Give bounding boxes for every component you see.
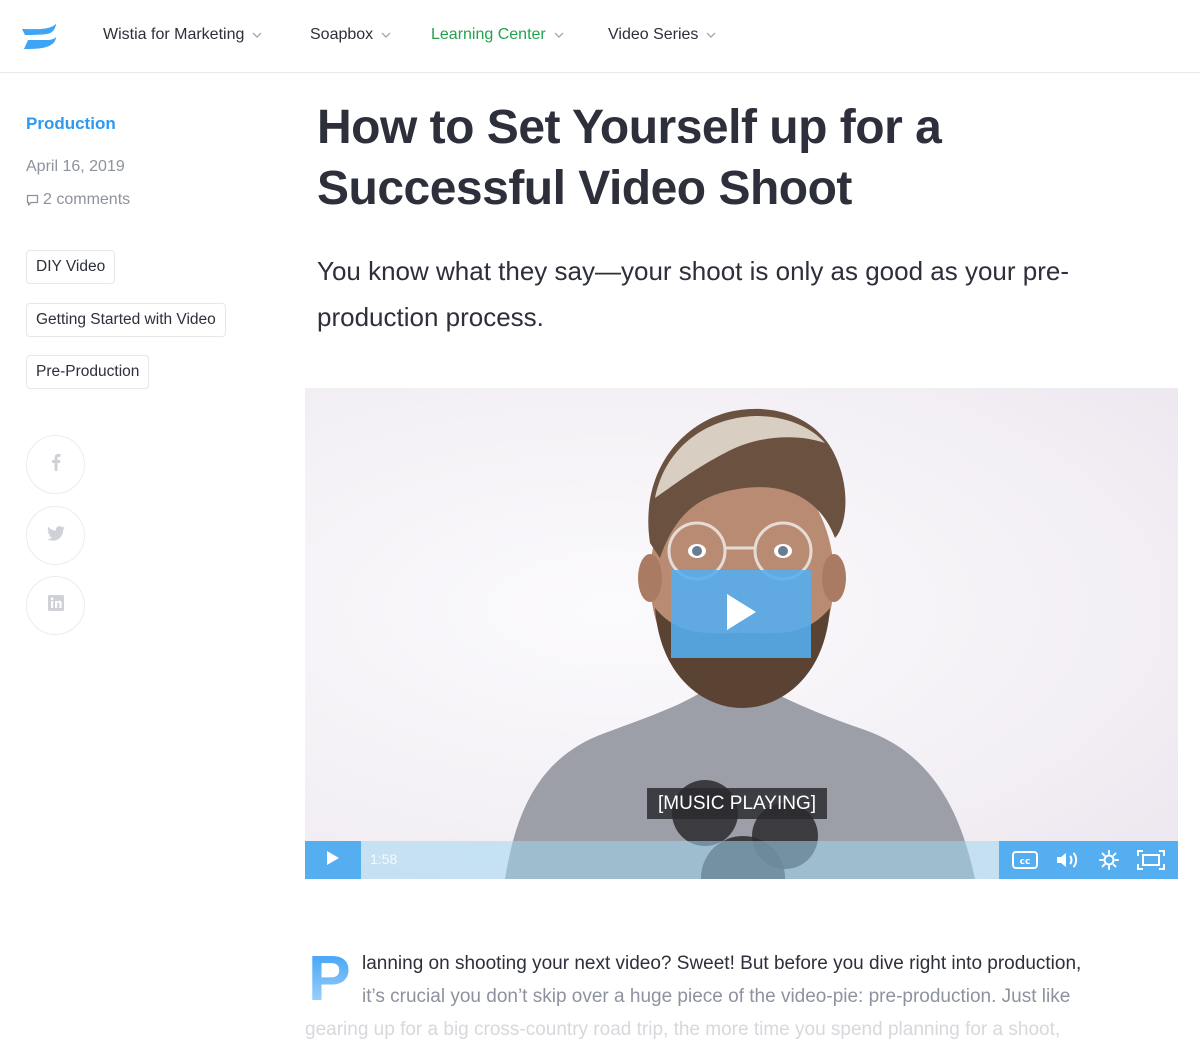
share-twitter-button[interactable] [26, 506, 85, 565]
closed-captions-button[interactable]: cc [1012, 851, 1039, 869]
comments-count: 2 comments [43, 191, 131, 208]
wistia-logo-icon[interactable] [21, 23, 57, 50]
comments-link[interactable]: 2 comments [26, 191, 130, 209]
fullscreen-button[interactable] [1136, 850, 1165, 870]
play-button[interactable] [305, 841, 361, 879]
chevron-down-icon [554, 31, 564, 39]
fullscreen-icon [1136, 850, 1165, 870]
publish-date: April 16, 2019 [26, 158, 125, 175]
video-duration: 1:58 [370, 851, 398, 867]
drop-cap: P [308, 942, 351, 1014]
settings-button[interactable] [1098, 850, 1119, 870]
category-link[interactable]: Production [26, 114, 116, 134]
chevron-down-icon [381, 31, 391, 39]
linkedin-icon [47, 595, 64, 616]
share-facebook-button[interactable] [26, 435, 85, 494]
nav-label: Learning Center [431, 26, 546, 43]
player-control-group: cc [999, 841, 1178, 879]
nav-learning-center[interactable]: Learning Center [431, 26, 564, 44]
chevron-down-icon [252, 31, 262, 39]
facebook-icon [51, 453, 61, 476]
nav-label: Soapbox [310, 26, 374, 43]
video-player[interactable]: [MUSIC PLAYING] 1:58 cc [305, 388, 1178, 879]
article-title: How to Set Yourself up for a Successful … [317, 101, 942, 215]
video-caption: [MUSIC PLAYING] [647, 788, 828, 819]
comment-icon [26, 194, 39, 207]
tag-getting-started-with-video[interactable]: Getting Started with Video [26, 303, 226, 337]
volume-button[interactable] [1056, 851, 1080, 869]
body-text-line: gearing up for a big cross-country road … [305, 1019, 1061, 1039]
share-linkedin-button[interactable] [26, 576, 85, 635]
nav-label: Wistia for Marketing [103, 26, 245, 43]
volume-icon [1056, 851, 1080, 869]
tag-pre-production[interactable]: Pre-Production [26, 355, 150, 389]
nav-wistia-for-marketing[interactable]: Wistia for Marketing [103, 26, 262, 44]
nav-label: Video Series [608, 26, 699, 43]
nav-soapbox[interactable]: Soapbox [310, 26, 391, 44]
playback-scrubber[interactable]: 1:58 [361, 841, 999, 879]
article-dek: You know what they say—your shoot is onl… [317, 256, 1070, 332]
big-play-button[interactable] [671, 570, 811, 658]
twitter-icon [46, 525, 65, 546]
site-header: Wistia for Marketing Soapbox Learning Ce… [0, 0, 1200, 73]
svg-text:cc: cc [1020, 857, 1031, 867]
play-icon [326, 850, 340, 871]
nav-video-series[interactable]: Video Series [608, 26, 716, 44]
play-icon [725, 593, 757, 636]
chevron-down-icon [706, 31, 716, 39]
settings-gear-icon [1098, 850, 1119, 870]
body-text-line: it’s crucial you don’t skip over a huge … [362, 986, 1071, 1007]
body-text-line: lanning on shooting your next video? Swe… [362, 953, 1082, 974]
video-controls: 1:58 cc [305, 841, 1178, 879]
closed-captions-icon: cc [1012, 851, 1039, 869]
tag-diy-video[interactable]: DIY Video [26, 250, 116, 284]
